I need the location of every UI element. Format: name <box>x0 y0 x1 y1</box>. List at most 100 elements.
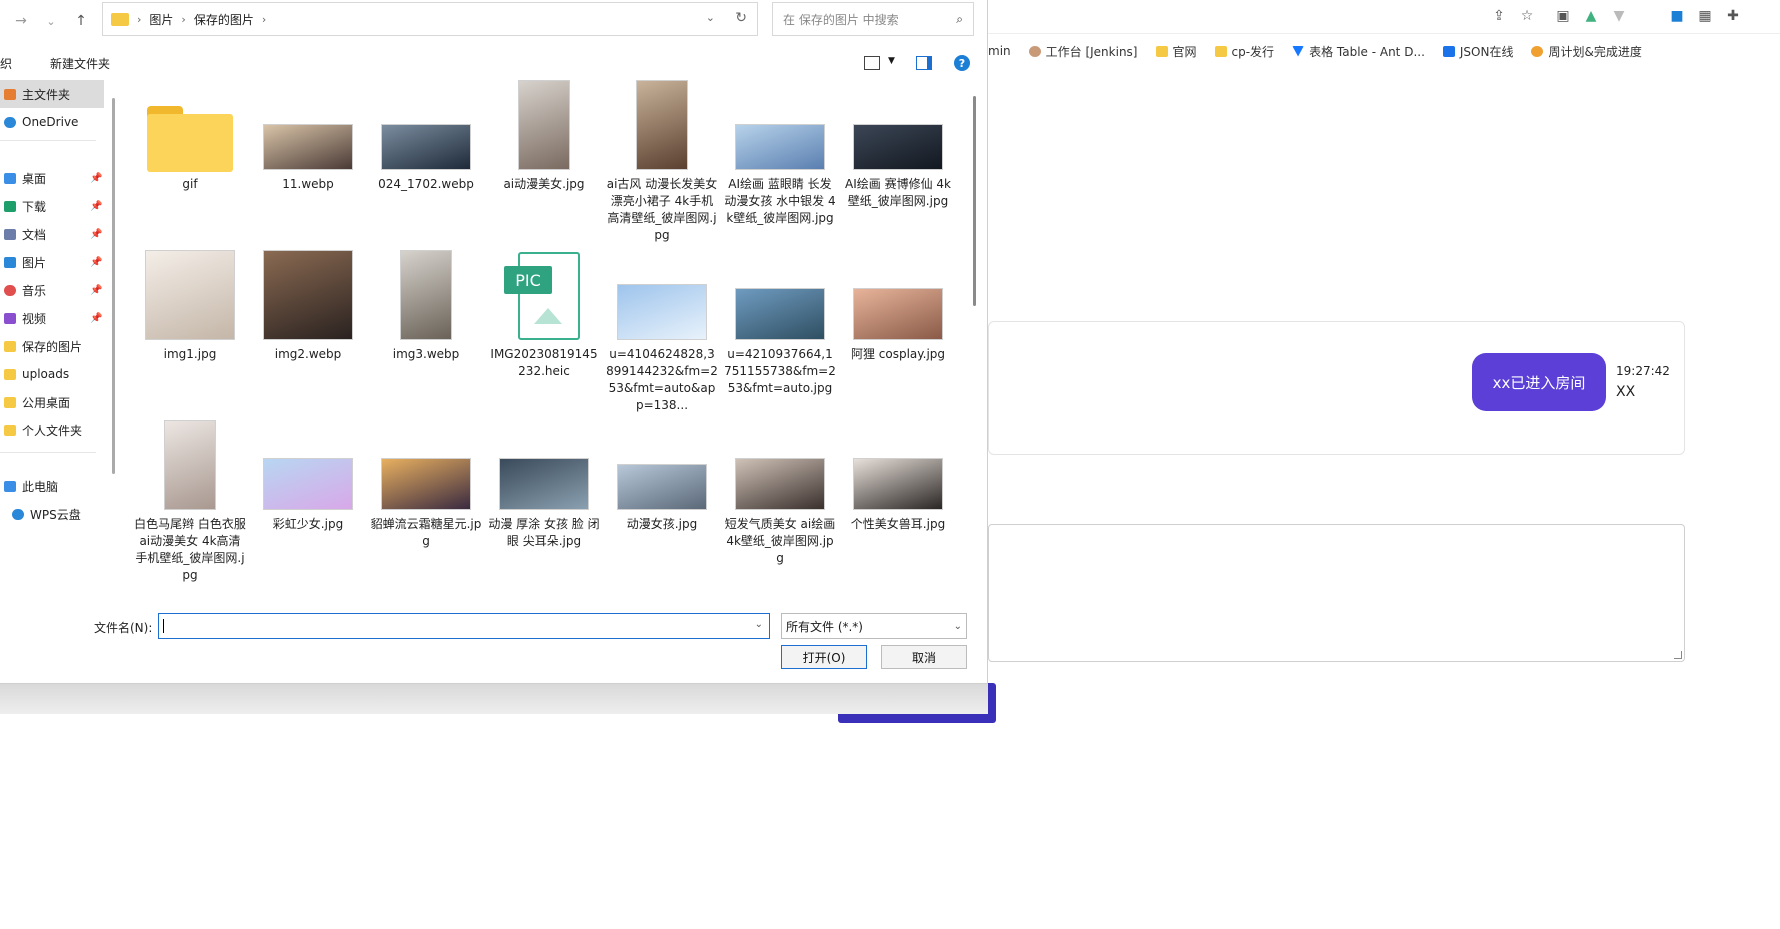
file-name: 白色马尾辫 白色衣服 ai动漫美女 4k高清手机壁纸_彼岸图网.jpg <box>134 517 246 582</box>
file-item[interactable]: u=4210937664,1751155738&fm=253&fmt=auto.… <box>724 288 836 397</box>
file-item[interactable]: 动漫女孩.jpg <box>606 464 718 533</box>
download-icon <box>4 200 16 212</box>
folder-icon <box>4 424 16 436</box>
refresh-icon[interactable]: ↻ <box>735 10 747 26</box>
file-item[interactable]: img3.webp <box>370 250 482 363</box>
folder-icon <box>4 368 16 380</box>
file-item[interactable]: PIC IMG20230819145232.heic <box>488 252 600 380</box>
cancel-button[interactable]: 取消 <box>881 645 967 669</box>
extension-profile-icon[interactable]: ■ <box>1668 7 1686 25</box>
image-thumbnail <box>853 288 943 340</box>
file-item[interactable]: 024_1702.webp <box>370 124 482 193</box>
navigation-pane: 主文件夹 OneDrive 桌面 📌 下载 📌 文档 📌 图片 📌 音乐 📌 视频 📌 保存… <box>0 80 112 600</box>
preview-pane-icon[interactable] <box>916 56 932 70</box>
sidebar-item-music[interactable]: 音乐 📌 <box>0 276 104 304</box>
sidebar-item-wps[interactable]: WPS云盘 <box>0 500 104 528</box>
file-item[interactable]: ai古风 动漫长发美女 漂亮小裙子 4k手机高清壁纸_彼岸图网.jpg <box>606 80 718 244</box>
file-grid: gif 11.webp 024_1702.webp ai动漫美女.jpg ai古风 动漫… <box>134 80 974 600</box>
bookmark-min[interactable]: min <box>988 44 1011 58</box>
pin-icon: 📌 <box>90 312 103 324</box>
breadcrumb-item[interactable]: 图片 <box>149 11 173 28</box>
chevron-down-icon[interactable]: ⌄ <box>706 11 715 24</box>
file-item[interactable]: AI绘画 蓝眼睛 长发动漫女孩 水中银发 4k壁纸_彼岸图网.jpg <box>724 124 836 227</box>
address-bar[interactable]: › 图片 › 保存的图片 › ⌄ ↻ <box>102 2 758 36</box>
view-mode-icon[interactable] <box>864 56 880 70</box>
file-item[interactable]: 11.webp <box>252 124 364 193</box>
sidebar-item-this-pc[interactable]: 此电脑 <box>0 472 104 500</box>
up-icon[interactable]: ↑ <box>70 10 92 32</box>
help-icon[interactable]: ? <box>954 55 970 71</box>
bookmark-jenkins[interactable]: 工作台 [Jenkins] <box>1028 43 1138 60</box>
bookmark-plan[interactable]: 周计划&完成进度 <box>1531 43 1642 60</box>
file-type-select[interactable]: 所有文件 (*.*) ⌄ <box>781 613 967 639</box>
search-input[interactable]: 在 保存的图片 中搜索 ⌕ <box>772 2 974 36</box>
extension-vue-icon[interactable]: ▲ <box>1582 7 1600 25</box>
file-name: 阿狸 cosplay.jpg <box>850 347 946 361</box>
message-input[interactable] <box>988 524 1685 662</box>
file-name: img1.jpg <box>163 347 217 361</box>
jenkins-icon <box>1028 45 1041 57</box>
sidebar-item-onedrive[interactable]: OneDrive <box>0 108 104 136</box>
file-name: img3.webp <box>392 347 460 361</box>
file-name: ai古风 动漫长发美女 漂亮小裙子 4k手机高清壁纸_彼岸图网.jpg <box>606 177 718 242</box>
sidebar-item-downloads[interactable]: 下载 📌 <box>0 192 104 220</box>
sidebar-item-videos[interactable]: 视频 📌 <box>0 304 104 332</box>
sidebar-item-pictures[interactable]: 图片 📌 <box>0 248 104 276</box>
extension-notion-icon[interactable]: ▣ <box>1554 7 1572 25</box>
star-icon[interactable]: ☆ <box>1518 7 1536 25</box>
sidebar-item-desktop[interactable]: 桌面 📌 <box>0 164 104 192</box>
sidebar-item-saved-pictures[interactable]: 保存的图片 <box>0 332 104 360</box>
recent-dropdown-icon[interactable]: ⌄ <box>40 10 62 32</box>
forward-icon[interactable]: → <box>10 10 32 32</box>
file-item[interactable]: img2.webp <box>252 250 364 363</box>
pin-icon: 📌 <box>90 172 103 184</box>
file-item[interactable]: 貂蝉流云霜糖星元.jpg <box>370 458 482 550</box>
file-item[interactable]: AI绘画 赛博修仙 4k壁纸_彼岸图网.jpg <box>842 124 954 210</box>
sidebar-item-home[interactable]: 主文件夹 <box>0 80 104 108</box>
breadcrumb-item[interactable]: 保存的图片 <box>194 11 254 28</box>
bookmark-json[interactable]: JSON在线 <box>1442 43 1513 60</box>
image-thumbnail <box>263 458 353 510</box>
image-thumbnail <box>381 124 471 170</box>
new-folder-button[interactable]: 新建文件夹 <box>50 55 110 72</box>
share-icon[interactable]: ⇪ <box>1490 7 1508 25</box>
file-item[interactable]: 短发气质美女 ai绘画 4k壁纸_彼岸图网.jpg <box>724 458 836 567</box>
file-item[interactable]: img1.jpg <box>134 250 246 363</box>
file-item[interactable]: 阿狸 cosplay.jpg <box>842 288 954 363</box>
file-item[interactable]: gif <box>134 106 246 193</box>
pin-icon: 📌 <box>90 228 103 240</box>
sidebar-item-public-desktop[interactable]: 公用桌面 <box>0 388 104 416</box>
extension-filter-icon[interactable]: ▼ <box>1610 7 1628 25</box>
file-item[interactable]: 个性美女兽耳.jpg <box>842 458 954 533</box>
resize-grip-icon[interactable] <box>1674 651 1682 659</box>
home-icon <box>4 88 16 100</box>
folder-icon <box>4 340 16 352</box>
image-thumbnail <box>853 458 943 510</box>
sidebar-scrollbar[interactable] <box>112 98 115 474</box>
image-thumbnail <box>263 124 353 170</box>
sidebar-item-uploads[interactable]: uploads <box>0 360 104 388</box>
bookmark-label: 表格 Table - Ant D... <box>1309 44 1425 59</box>
file-item[interactable]: ai动漫美女.jpg <box>488 80 600 193</box>
chevron-down-icon[interactable]: ▼ <box>888 56 898 70</box>
file-item[interactable]: u=4104624828,3899144232&fm=253&fmt=auto&… <box>606 284 718 414</box>
image-thumbnail <box>164 420 216 510</box>
bookmark-cp[interactable]: cp-发行 <box>1214 43 1274 60</box>
sidebar-item-personal[interactable]: 个人文件夹 <box>0 416 104 444</box>
extensions-puzzle-icon[interactable]: ✚ <box>1724 7 1742 25</box>
filename-input[interactable]: ⌄ <box>158 613 770 639</box>
pic-file-icon: PIC <box>504 252 584 340</box>
extension-qr-icon[interactable]: ▦ <box>1696 7 1714 25</box>
image-thumbnail <box>735 458 825 510</box>
bookmark-guanwang[interactable]: 官网 <box>1155 43 1197 60</box>
file-item[interactable]: 白色马尾辫 白色衣服 ai动漫美女 4k高清手机壁纸_彼岸图网.jpg <box>134 420 246 584</box>
file-grid-scrollbar[interactable] <box>973 96 976 306</box>
bookmark-antd[interactable]: 表格 Table - Ant D... <box>1292 43 1425 60</box>
sidebar-item-documents[interactable]: 文档 📌 <box>0 220 104 248</box>
chevron-down-icon[interactable]: ⌄ <box>755 619 763 630</box>
file-item[interactable]: 彩虹少女.jpg <box>252 458 364 533</box>
open-button[interactable]: 打开(O) <box>781 645 867 669</box>
organize-button[interactable]: 织 <box>0 55 12 72</box>
folder-icon <box>1155 45 1168 57</box>
file-item[interactable]: 动漫 厚涂 女孩 脸 闭眼 尖耳朵.jpg <box>488 458 600 550</box>
